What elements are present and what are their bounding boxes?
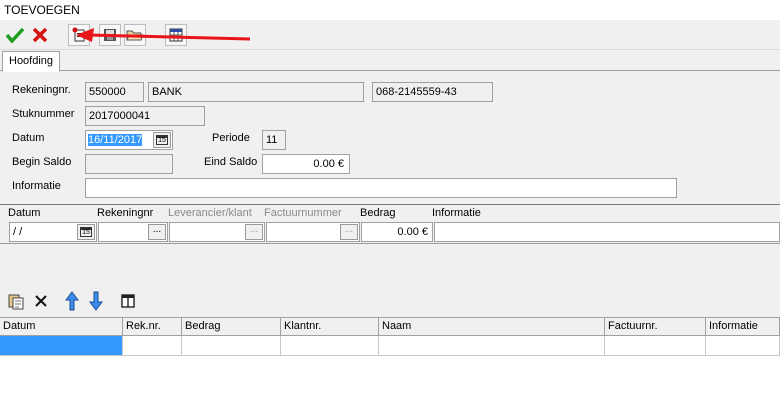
grid-header-naam[interactable]: Naam	[379, 318, 605, 336]
paste-row-button[interactable]	[5, 290, 27, 312]
tab-strip: Hoofding	[0, 50, 780, 72]
calendar-icon: 15	[156, 135, 168, 145]
datum-calendar-button[interactable]: 15	[153, 132, 171, 148]
delete-row-button[interactable]	[30, 290, 52, 312]
grid-header-datum[interactable]: Datum	[0, 318, 123, 336]
entry-header-leverancier: Leverancier/klant	[168, 207, 252, 219]
grid-cell[interactable]	[123, 336, 182, 356]
periode-field: 11	[262, 130, 286, 150]
entry-datum-input[interactable]: / / 15	[9, 222, 97, 242]
rekening-name-field: BANK	[148, 82, 364, 102]
entry-header-datum: Datum	[8, 207, 41, 219]
paste-icon	[8, 294, 24, 310]
entry-header-rekeningnr: Rekeningnr	[97, 207, 154, 219]
grid-cell-selected[interactable]	[0, 336, 123, 356]
datum-label: Datum	[12, 132, 45, 144]
grid-cell[interactable]	[706, 336, 780, 356]
informatie-label: Informatie	[12, 180, 61, 192]
factuurnummer-lookup-button[interactable]: ...	[340, 224, 358, 240]
main-toolbar	[0, 20, 780, 50]
periode-label: Periode	[212, 132, 250, 144]
entry-factuurnummer-input[interactable]: ...	[266, 222, 360, 242]
entry-informatie-input[interactable]	[434, 222, 780, 242]
entry-header-bedrag: Bedrag	[360, 207, 396, 219]
rekening-iban-field: 068-2145559-43	[372, 82, 493, 102]
eind-saldo-input[interactable]: 0.00 €	[262, 154, 350, 174]
confirm-button[interactable]	[4, 24, 26, 46]
arrow-down-icon	[89, 291, 103, 311]
grid-cell[interactable]	[605, 336, 706, 356]
grid-header-informatie[interactable]: Informatie	[706, 318, 780, 336]
grid-cell[interactable]	[182, 336, 281, 356]
entry-divider	[0, 243, 780, 244]
eind-saldo-label: Eind Saldo	[204, 156, 258, 168]
window-title: TOEVOEGEN	[4, 3, 80, 17]
informatie-input[interactable]	[85, 178, 677, 198]
begin-saldo-label: Begin Saldo	[12, 156, 72, 168]
grid-cell[interactable]	[281, 336, 379, 356]
grid-cell[interactable]	[379, 336, 605, 356]
title-bar: TOEVOEGEN	[0, 0, 780, 20]
grid-header-rek-nr[interactable]: Rek.nr.	[123, 318, 182, 336]
leverancier-lookup-button[interactable]: ...	[245, 224, 263, 240]
entry-leverancier-input[interactable]: ...	[169, 222, 265, 242]
calendar-icon: 15	[80, 227, 92, 237]
arrow-up-icon	[65, 291, 79, 311]
grid-header-klantnr[interactable]: Klantnr.	[281, 318, 379, 336]
tab-hoofding[interactable]: Hoofding	[2, 51, 61, 72]
grid-header-bedrag[interactable]: Bedrag	[182, 318, 281, 336]
journal-grid[interactable]: Datum Rek.nr. Bedrag Klantnr. Naam Factu…	[0, 317, 780, 409]
entry-header-factuurnummer: Factuurnummer	[264, 207, 342, 219]
move-up-button[interactable]	[61, 290, 83, 312]
columns-button[interactable]	[117, 290, 139, 312]
begin-saldo-field	[85, 154, 173, 174]
datum-input[interactable]: 16/11/2017 15	[85, 130, 173, 150]
entry-bedrag-input[interactable]: 0.00 €	[361, 222, 433, 242]
stuknummer-label: Stuknummer	[12, 108, 75, 120]
cancel-button[interactable]	[29, 24, 51, 46]
rekeningnr-field: 550000	[85, 82, 144, 102]
delete-icon	[35, 295, 47, 307]
tab-label: Hoofding	[9, 55, 54, 67]
confirm-icon	[6, 27, 24, 43]
cancel-icon	[32, 27, 48, 43]
rekeningnr-label: Rekeningnr.	[12, 84, 71, 96]
section-divider	[0, 204, 780, 205]
move-down-button[interactable]	[85, 290, 107, 312]
columns-icon	[121, 294, 135, 308]
entry-header-informatie: Informatie	[432, 207, 481, 219]
entry-datum-calendar-button[interactable]: 15	[77, 224, 95, 240]
entry-rekeningnr-input[interactable]: ...	[98, 222, 168, 242]
grid-header-factuurnr[interactable]: Factuurnr.	[605, 318, 706, 336]
grid-toolbar	[0, 287, 780, 317]
stuknummer-field: 2017000041	[85, 106, 205, 126]
rekeningnr-lookup-button[interactable]: ...	[148, 224, 166, 240]
